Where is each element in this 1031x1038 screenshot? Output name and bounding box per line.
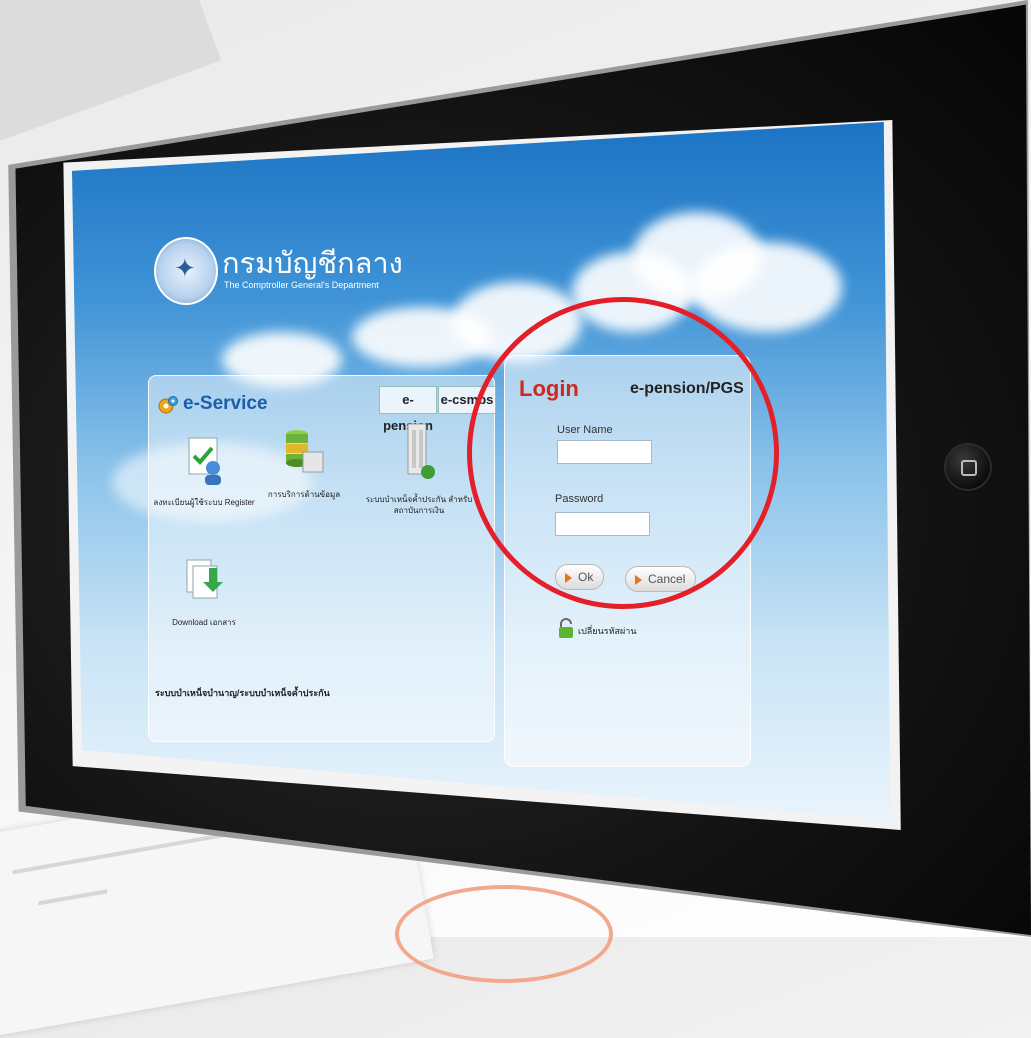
logo-english-name: The Comptroller General's Department <box>224 280 379 290</box>
download-icon <box>186 559 223 599</box>
paper-line <box>37 889 108 906</box>
eservice-item-data-service[interactable]: การบริการด้านข้อมูล <box>249 426 359 500</box>
eservice-item-download[interactable]: Download เอกสาร <box>149 554 259 628</box>
eservice-item-label: Download เอกสาร <box>172 618 236 627</box>
lock-icon <box>559 618 573 638</box>
cloud <box>692 242 842 332</box>
garuda-emblem-icon <box>154 237 218 305</box>
register-icon <box>188 437 221 485</box>
eservice-item-guarantee[interactable]: ระบบบำเหน็จค้ำประกัน สำหรับสถาบันการเงิน <box>364 421 474 516</box>
eservice-panel: e-Service e-pension e-csmbs ลงทะเบียนผู้… <box>148 375 496 742</box>
building-icon <box>407 423 435 479</box>
database-icon <box>286 430 324 473</box>
stamp-ring <box>395 885 613 983</box>
change-password-link[interactable]: เปลี่ยนรหัสผ่าน <box>578 624 636 638</box>
eservice-item-register[interactable]: ลงทะเบียนผู้ใช้ระบบ Register <box>149 434 259 508</box>
eservice-title: e-Service <box>183 393 268 414</box>
eservice-item-label: ระบบบำเหน็จค้ำประกัน สำหรับสถาบันการเงิน <box>365 495 473 515</box>
eservice-footer-link[interactable]: ระบบบำเหน็จบำนาญ/ระบบบำเหน็จค้ำประกัน <box>155 686 330 700</box>
eservice-item-label: การบริการด้านข้อมูล <box>267 490 341 499</box>
home-button[interactable] <box>944 443 992 491</box>
tab-e-pension[interactable]: e-pension <box>379 386 437 433</box>
gear-icon <box>158 396 178 414</box>
eservice-item-label: ลงทะเบียนผู้ใช้ระบบ Register <box>153 498 255 507</box>
background-corner <box>0 0 222 150</box>
